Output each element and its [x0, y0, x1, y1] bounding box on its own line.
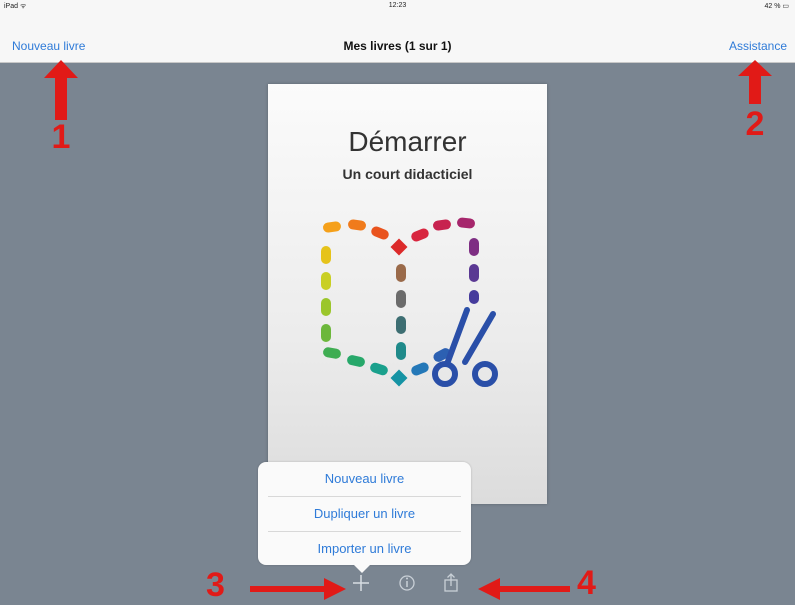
annotation-2: 2 — [738, 60, 772, 160]
info-icon[interactable] — [396, 572, 418, 594]
annotation-label-1: 1 — [51, 118, 71, 156]
plus-icon[interactable] — [350, 572, 372, 594]
ios-screen: iPad ᯤ 12:23 42 % ▭ Nouveau livre Mes li… — [0, 0, 795, 605]
navigation-bar: Nouveau livre Mes livres (1 sur 1) Assis… — [0, 12, 795, 63]
scissors-shape — [432, 307, 498, 387]
book-cover[interactable]: Démarrer Un court didacticiel — [268, 84, 547, 504]
share-icon[interactable] — [440, 572, 462, 594]
annotation-label-3: 3 — [206, 566, 225, 604]
page-title: Mes livres (1 sur 1) — [343, 39, 452, 53]
annotation-arrow-4 — [478, 578, 570, 600]
popover-new-book[interactable]: Nouveau livre — [258, 462, 471, 496]
book-creator-logo-icon — [315, 214, 505, 389]
add-book-popover: Nouveau livre Dupliquer un livre Importe… — [258, 462, 471, 565]
battery-label: 42 % ▭ — [764, 3, 789, 10]
annotation-label-2: 2 — [745, 105, 765, 143]
book-title: Démarrer — [348, 126, 467, 157]
book-subtitle: Un court didacticiel — [342, 166, 473, 182]
status-time: 12:23 — [388, 2, 407, 9]
annotation-label-4: 4 — [577, 564, 596, 602]
status-bar: iPad ᯤ 12:23 42 % ▭ — [0, 0, 795, 12]
popover-import-book[interactable]: Importer un livre — [258, 532, 471, 566]
annotation-arrow-3 — [250, 578, 346, 600]
annotation-1: 1 — [44, 60, 78, 170]
popover-duplicate-book[interactable]: Dupliquer un livre — [258, 497, 471, 531]
help-button[interactable]: Assistance — [729, 39, 787, 53]
